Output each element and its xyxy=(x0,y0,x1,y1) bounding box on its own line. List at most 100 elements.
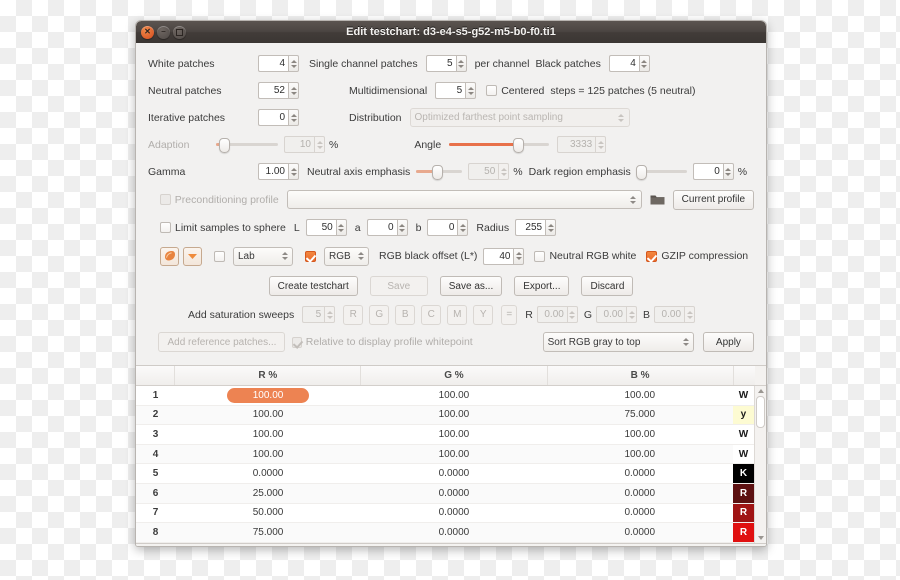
apply-button[interactable]: Apply xyxy=(702,332,755,352)
close-icon[interactable]: ✕ xyxy=(141,25,154,39)
cell-g[interactable]: 100.00 xyxy=(361,425,547,444)
neutral-patches-arrows[interactable] xyxy=(288,82,299,99)
sat-b-input[interactable] xyxy=(654,306,685,323)
neutral-axis-input[interactable] xyxy=(468,163,499,180)
save-as-button[interactable]: Save as... xyxy=(439,276,503,296)
minimize-icon[interactable]: – xyxy=(157,25,170,39)
multidimensional-stepper[interactable] xyxy=(435,82,477,99)
single-channel-stepper[interactable] xyxy=(425,55,467,72)
cell-g[interactable]: 0.0000 xyxy=(361,464,547,483)
rgb-select[interactable]: RGB xyxy=(324,246,369,266)
cell-b[interactable]: 0.0000 xyxy=(547,504,733,523)
preconditioning-checkbox[interactable] xyxy=(159,194,171,205)
sat-r-stepper[interactable] xyxy=(536,306,578,323)
cell-g[interactable]: 0.0000 xyxy=(361,504,547,523)
table-row[interactable]: 1 100.00 100.00 100.00 W xyxy=(136,386,755,406)
current-profile-button[interactable]: Current profile xyxy=(672,189,755,210)
iterative-patches-stepper[interactable] xyxy=(258,109,299,126)
cell-b[interactable]: 0.0000 xyxy=(547,464,733,483)
black-patches-stepper[interactable] xyxy=(608,55,650,72)
saturation-steps-stepper[interactable] xyxy=(302,306,336,323)
angle-arrows[interactable] xyxy=(595,136,607,153)
black-patches-input[interactable] xyxy=(608,55,639,72)
sat-channel-g-button[interactable]: G xyxy=(369,304,390,325)
adaption-stepper[interactable] xyxy=(284,136,325,153)
table-vertical-scrollbar[interactable] xyxy=(754,386,766,543)
cell-g[interactable]: 0.0000 xyxy=(361,523,547,542)
dark-region-stepper[interactable] xyxy=(692,163,734,180)
L-stepper[interactable] xyxy=(305,219,347,236)
cell-b[interactable]: 0.0000 xyxy=(547,484,733,503)
sat-channel-y-button[interactable]: Y xyxy=(473,304,494,325)
rgb-black-offset-arrows[interactable] xyxy=(513,247,525,265)
cell-b[interactable]: 75.000 xyxy=(547,406,733,425)
adaption-input[interactable] xyxy=(284,136,314,153)
folder-icon[interactable] xyxy=(650,193,665,206)
sort-select[interactable]: Sort RGB gray to top xyxy=(542,332,695,352)
rgb-checkbox[interactable] xyxy=(305,250,316,262)
discard-button[interactable]: Discard xyxy=(581,276,634,296)
save-button[interactable]: Save xyxy=(369,276,428,296)
white-patches-arrows[interactable] xyxy=(288,55,299,72)
dark-region-slider[interactable] xyxy=(636,164,687,180)
table-row[interactable]: 3 100.00 100.00 100.00 W xyxy=(136,425,755,445)
centered-checkbox[interactable] xyxy=(486,85,498,96)
cell-b[interactable]: 100.00 xyxy=(547,425,733,444)
maximize-icon[interactable] xyxy=(173,25,186,39)
multidimensional-arrows[interactable] xyxy=(465,82,477,99)
rgb-black-offset-input[interactable] xyxy=(483,247,514,265)
a-arrows[interactable] xyxy=(396,219,408,236)
add-reference-patches-button[interactable]: Add reference patches... xyxy=(158,332,286,352)
lab-checkbox[interactable] xyxy=(214,250,225,262)
adaption-arrows[interactable] xyxy=(314,136,325,153)
neutral-axis-stepper[interactable] xyxy=(468,163,510,180)
radius-stepper[interactable] xyxy=(515,219,557,236)
column-header-b[interactable]: B % xyxy=(548,366,734,385)
single-channel-arrows[interactable] xyxy=(455,55,467,72)
distribution-select[interactable]: Optimized farthest point sampling xyxy=(409,108,630,127)
scroll-up-icon[interactable] xyxy=(757,386,764,395)
adaption-slider[interactable] xyxy=(216,137,278,153)
single-channel-input[interactable] xyxy=(425,55,456,72)
rgb-black-offset-stepper[interactable] xyxy=(483,247,525,265)
cell-r[interactable]: 100.00 xyxy=(175,386,361,405)
iterative-patches-input[interactable] xyxy=(258,109,288,126)
sat-channel-c-button[interactable]: C xyxy=(421,304,442,325)
a-input[interactable] xyxy=(366,219,397,236)
L-input[interactable] xyxy=(305,219,336,236)
neutral-rgb-white-checkbox[interactable] xyxy=(534,250,546,262)
L-arrows[interactable] xyxy=(335,219,347,236)
b-stepper[interactable] xyxy=(427,219,469,236)
sat-channel-r-button[interactable]: R xyxy=(343,304,364,325)
white-patches-input[interactable] xyxy=(258,55,288,72)
gamma-stepper[interactable] xyxy=(258,163,299,180)
angle-stepper[interactable] xyxy=(557,136,607,153)
neutral-patches-input[interactable] xyxy=(258,82,288,99)
iterative-patches-arrows[interactable] xyxy=(288,109,299,126)
column-header-swatch[interactable] xyxy=(734,366,756,385)
cell-g[interactable]: 0.0000 xyxy=(361,484,547,503)
cell-r[interactable]: 100.00 xyxy=(175,445,361,464)
create-testchart-button[interactable]: Create testchart xyxy=(268,276,358,296)
column-header-index[interactable] xyxy=(136,366,176,385)
gamma-arrows[interactable] xyxy=(288,163,299,180)
table-row[interactable]: 6 25.000 0.0000 0.0000 R xyxy=(136,483,755,504)
angle-slider[interactable] xyxy=(449,137,550,153)
column-header-g[interactable]: G % xyxy=(361,366,548,385)
paint-leaf-icon[interactable] xyxy=(160,246,179,266)
cell-r[interactable]: 25.000 xyxy=(175,484,361,503)
sat-b-stepper[interactable] xyxy=(654,306,696,323)
sat-g-stepper[interactable] xyxy=(596,306,637,323)
sat-b-arrows[interactable] xyxy=(684,306,696,323)
cell-b[interactable]: 0.0000 xyxy=(547,523,733,542)
relative-whitepoint-checkbox[interactable] xyxy=(292,336,303,348)
table-row[interactable]: 8 75.000 0.0000 0.0000 R xyxy=(136,523,755,543)
sat-channel-b-button[interactable]: B xyxy=(395,304,416,325)
cell-r[interactable]: 50.000 xyxy=(175,504,361,523)
export-button[interactable]: Export... xyxy=(514,276,570,296)
scroll-thumb[interactable] xyxy=(756,396,766,428)
cell-b[interactable]: 100.00 xyxy=(547,445,733,464)
table-row[interactable]: 2 100.00 100.00 75.000 y xyxy=(136,405,755,426)
gamma-input[interactable] xyxy=(258,163,288,180)
cell-r[interactable]: 100.00 xyxy=(175,406,361,425)
